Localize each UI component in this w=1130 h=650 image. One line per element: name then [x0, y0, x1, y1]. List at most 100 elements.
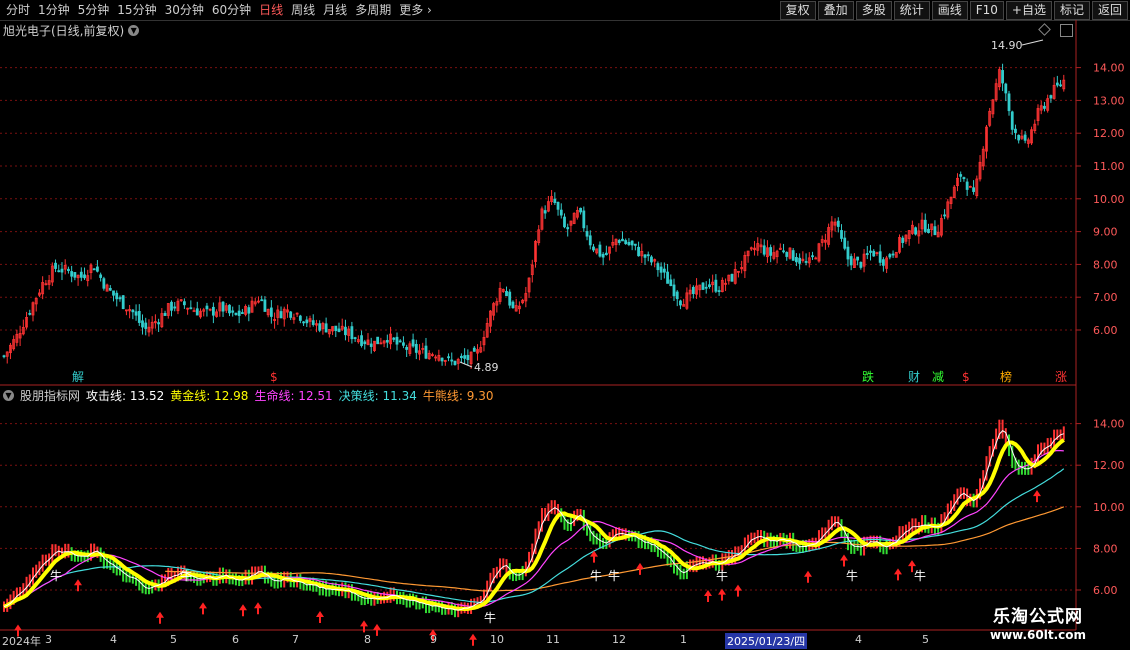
candle-body — [1017, 134, 1021, 141]
candle-body — [118, 297, 122, 300]
candle-body — [318, 323, 322, 331]
bull-signal-label: 牛 — [716, 568, 728, 583]
candle-body — [672, 284, 676, 297]
candle-body — [901, 237, 905, 243]
candle-body — [846, 246, 850, 260]
buy-arrow-icon — [74, 579, 82, 592]
candle-body — [563, 216, 566, 228]
bull-signal-label: 牛 — [590, 568, 602, 583]
high-price-label: 14.90 — [991, 39, 1023, 52]
candle-body — [659, 266, 663, 273]
candle-body — [395, 336, 399, 345]
candle-body — [717, 290, 721, 292]
bull-signal-label: 牛 — [846, 568, 858, 583]
candle-body — [559, 209, 563, 216]
candle-body — [601, 253, 605, 258]
candle-body — [279, 311, 283, 319]
candle-body — [211, 306, 215, 316]
price-tick-label: 10.00 — [1093, 193, 1125, 206]
candle-body — [811, 255, 814, 258]
candle-body — [662, 268, 666, 273]
date-label-14: 5 — [922, 633, 929, 646]
candle-body — [28, 313, 32, 315]
candle-body — [369, 343, 373, 347]
candle-body — [144, 322, 148, 329]
candle-body — [856, 256, 860, 261]
candle-body — [585, 231, 589, 237]
candle-body — [1014, 128, 1017, 133]
event-marker: 榜 — [1000, 369, 1012, 384]
candle-body — [704, 286, 708, 289]
indicator-name: 股朋指标网 — [20, 389, 81, 403]
event-marker: 涨 — [1055, 369, 1067, 384]
candle-body — [1059, 84, 1062, 87]
price-chart: 14.00 13.00 12.00 11.00 10.00 9.00 8.00 7.00 6.0… — [0, 20, 1125, 646]
candle-body — [959, 174, 963, 177]
candle-body — [121, 295, 125, 310]
candle-body — [298, 315, 302, 321]
candle-body — [360, 335, 363, 346]
watermark-title: 乐淘公式网 — [993, 607, 1084, 627]
candle-body — [579, 207, 582, 213]
candle-body — [157, 322, 161, 325]
candle-body — [60, 268, 64, 273]
date-label-2: 4 — [110, 633, 117, 646]
candle-body — [1004, 83, 1008, 94]
candle-body — [189, 307, 193, 310]
indicator-tick-label: 10.00 — [1093, 501, 1125, 514]
chevron-down-icon[interactable]: ▼ — [3, 390, 14, 401]
candle-body — [865, 253, 869, 256]
candle-body — [453, 360, 457, 366]
indicator-line-4: 牛熊线: 9.30 — [422, 389, 494, 403]
candle-body — [965, 181, 969, 190]
candle-body — [385, 339, 389, 343]
candle-body — [353, 337, 357, 340]
candle-body — [392, 337, 396, 340]
candle-body — [633, 243, 637, 246]
indicator-tick-label: 6.00 — [1093, 584, 1118, 597]
price-tick-label: 9.00 — [1093, 226, 1118, 239]
candle-body — [108, 287, 112, 291]
bull-signal-label: 牛 — [914, 568, 926, 583]
candle-body — [604, 252, 608, 256]
candle-body — [102, 278, 106, 289]
indicator-line-2: 生命线: 12.51 — [254, 389, 333, 403]
candle-body — [79, 271, 83, 278]
date-label-9: 11 — [546, 633, 560, 646]
candle-body — [112, 290, 115, 296]
candle-body — [221, 301, 225, 312]
candle-body — [247, 307, 251, 314]
candle-body — [231, 310, 235, 313]
candle-body — [675, 291, 679, 300]
candle-body — [888, 254, 892, 258]
bull-signal-label: 牛 — [484, 610, 496, 625]
candle-body — [134, 311, 138, 316]
event-marker: 减 — [932, 370, 944, 384]
candle-body — [440, 357, 444, 362]
candle-body — [311, 320, 315, 325]
candle-body — [669, 279, 673, 287]
candle-body — [769, 247, 773, 256]
buy-arrow-icon — [804, 570, 812, 583]
date-label-1: 3 — [45, 633, 52, 646]
buy-arrow-icon — [156, 611, 164, 624]
candle-body — [70, 271, 74, 277]
candle-body — [782, 250, 785, 253]
event-marker: $ — [270, 370, 278, 384]
candle-body — [914, 227, 918, 235]
buy-arrow-icon — [718, 588, 726, 601]
indicator-tick-label: 12.00 — [1093, 459, 1125, 472]
buy-arrow-icon — [316, 610, 324, 623]
price-tick-label: 13.00 — [1093, 94, 1125, 107]
candle-body — [859, 261, 863, 268]
candle-body — [472, 347, 476, 352]
candle-body — [398, 340, 402, 343]
candle-body — [588, 235, 592, 246]
candle-body — [450, 359, 454, 362]
candle-body — [643, 254, 647, 258]
candle-body — [83, 274, 86, 279]
candle-body — [1043, 105, 1046, 109]
candle-body — [566, 227, 570, 230]
indicator-line-3: 决策线: 11.34 — [338, 389, 417, 403]
buy-arrow-icon — [894, 568, 902, 581]
